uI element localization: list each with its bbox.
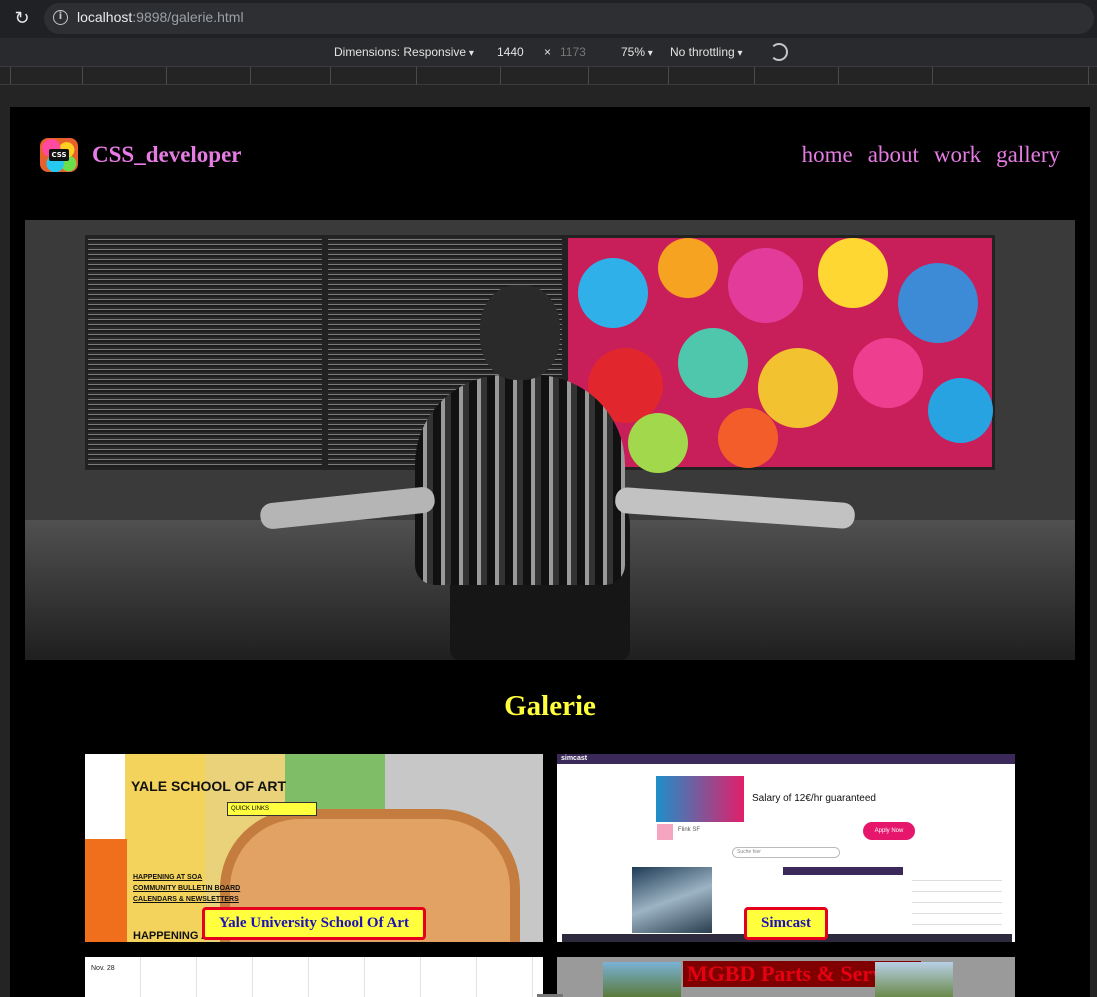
gallery-card-yale[interactable]: YALE SCHOOL OF ART QUICK LINKS HAPPENING… — [85, 754, 543, 942]
page-title: Galerie — [504, 690, 596, 722]
brand-name[interactable]: CSS_developer — [92, 142, 242, 168]
nav-work[interactable]: work — [934, 142, 981, 168]
breaking-news-bar: Breaking News — [783, 867, 903, 882]
nav-about[interactable]: about — [868, 142, 919, 168]
reload-icon[interactable]: ↻ — [12, 8, 32, 28]
yale-heading: YALE SCHOOL OF ART — [131, 778, 287, 794]
nav-home[interactable]: home — [802, 142, 853, 168]
apply-button: Apply Now — [863, 822, 915, 840]
card-label-yale[interactable]: Yale University School Of Art — [202, 907, 426, 940]
rotate-icon[interactable] — [770, 43, 788, 61]
yale-footer-text: HAPPENING A — [133, 930, 209, 942]
page-viewport: CSS CSS_developer home about work galler… — [10, 107, 1090, 997]
person-head — [480, 285, 560, 380]
main-nav: home about work gallery — [802, 142, 1060, 168]
ad-image — [656, 776, 744, 822]
sports-date: Nov. 28 — [91, 965, 115, 972]
news-list — [912, 870, 1002, 935]
monitor-left — [85, 235, 325, 470]
device-toolbar: Dimensions: Responsive 1440 × 1173 75% N… — [0, 38, 1097, 67]
yale-link: COMMUNITY BULLETIN BOARD — [133, 885, 241, 892]
mgbd-image-right — [875, 962, 953, 997]
zoom-dropdown[interactable]: 75% — [621, 45, 653, 59]
site-info-icon[interactable]: i — [53, 10, 68, 25]
simcast-search: Suche hier — [732, 847, 840, 858]
yale-link: HAPPENING AT SOA — [133, 874, 203, 881]
gallery-card-sports[interactable]: Nov. 28 — [85, 957, 543, 997]
browser-toolbar: ↻ i localhost:9898/galerie.html — [0, 0, 1097, 38]
gallery-card-simcast[interactable]: simcast Salary of 12€/hr guaranteed Flin… — [557, 754, 1015, 942]
mgbd-image-left — [603, 962, 681, 997]
quick-links: QUICK LINKS — [227, 802, 317, 816]
height-input[interactable]: 1173 — [560, 45, 586, 59]
simcast-image — [632, 867, 712, 933]
advertiser-logo — [657, 824, 673, 840]
simcast-nav: simcast — [557, 754, 1015, 764]
gallery-card-mgbd[interactable]: MGBD Parts & Services — [557, 957, 1015, 997]
simcast-ad: Salary of 12€/hr guaranteed — [656, 776, 918, 824]
hero-image — [25, 220, 1075, 660]
width-input[interactable]: 1440 — [497, 45, 524, 59]
logo[interactable]: CSS — [40, 138, 78, 172]
dimensions-dropdown[interactable]: Dimensions: Responsive — [334, 45, 474, 59]
ad-text: Salary of 12€/hr guaranteed — [752, 793, 876, 804]
nav-gallery[interactable]: gallery — [996, 142, 1060, 168]
yale-link: CALENDARS & NEWSLETTERS — [133, 896, 239, 903]
person — [415, 375, 625, 585]
media-query-ruler[interactable] — [0, 67, 1097, 85]
times-sign: × — [544, 45, 552, 59]
side-panel — [85, 839, 127, 942]
url-text[interactable]: localhost:9898/galerie.html — [77, 9, 244, 25]
monitor-flowers — [565, 235, 995, 473]
advertiser-name: Flink SF — [678, 827, 701, 833]
throttling-dropdown[interactable]: No throttling — [670, 45, 743, 59]
card-label-simcast[interactable]: Simcast — [744, 907, 828, 940]
